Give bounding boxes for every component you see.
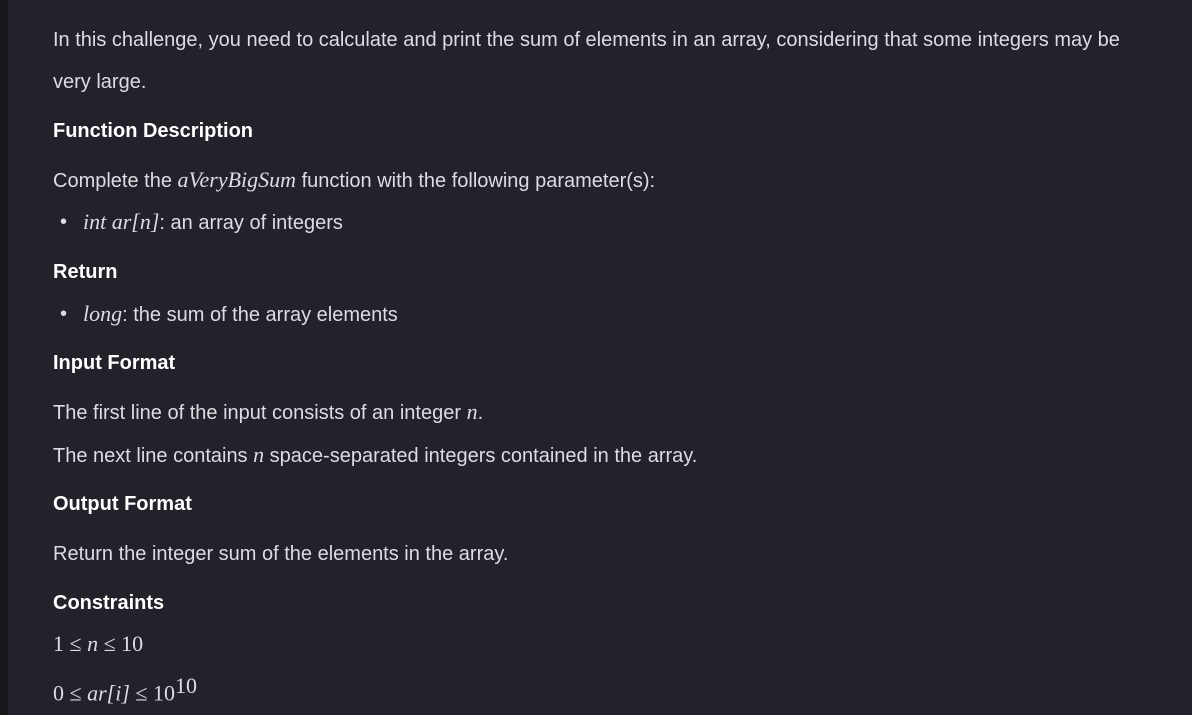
constraints-heading: Constraints [53, 592, 165, 614]
math-var: ar[i] [87, 680, 130, 706]
input-format-line-2: The next line contains n space-separated… [53, 441, 697, 469]
function-description-text: Complete the aVeryBigSum function with t… [53, 166, 655, 194]
math: ≤ 10 [98, 631, 144, 656]
math-var: n [466, 399, 478, 424]
param-desc: : an array of integers [159, 212, 343, 234]
text: The next line contains [53, 445, 254, 467]
intro-line-2: very large. [53, 71, 147, 93]
function-description-heading: Function Description [53, 120, 253, 142]
output-format-heading: Output Format [53, 493, 192, 515]
param-math: int ar[n] [83, 209, 160, 234]
text: Complete the [53, 170, 178, 192]
input-format-heading: Input Format [53, 352, 176, 374]
return-desc: : the sum of the array elements [122, 304, 398, 326]
text: The first line of the input consists of … [53, 402, 467, 424]
math-var: n [87, 631, 99, 656]
left-edge-bar [0, 0, 8, 715]
math: 0 ≤ [53, 680, 88, 706]
bullet-icon: • [60, 303, 68, 325]
intro-line-1: In this challenge, you need to calculate… [53, 29, 1120, 51]
output-format-text: Return the integer sum of the elements i… [53, 543, 509, 565]
text: function with the following parameter(s)… [296, 170, 656, 192]
constraint-1: 1 ≤ n ≤ 10 [53, 630, 143, 658]
constraint-2: 0 ≤ ar[i] ≤ 1010 [53, 672, 197, 706]
return-type: long [83, 301, 123, 326]
math: 1 ≤ [53, 631, 88, 656]
text: . [477, 402, 484, 424]
math-exponent: 10 [174, 673, 197, 698]
return-heading: Return [53, 261, 118, 283]
return-item: long: the sum of the array elements [83, 300, 398, 328]
text: space-separated integers contained in th… [264, 445, 698, 467]
math: ≤ 10 [129, 680, 175, 706]
function-name: aVeryBigSum [177, 167, 297, 192]
math-var: n [253, 442, 265, 467]
param-item: int ar[n]: an array of integers [83, 208, 343, 236]
bullet-icon: • [60, 211, 68, 233]
input-format-line-1: The first line of the input consists of … [53, 398, 483, 426]
